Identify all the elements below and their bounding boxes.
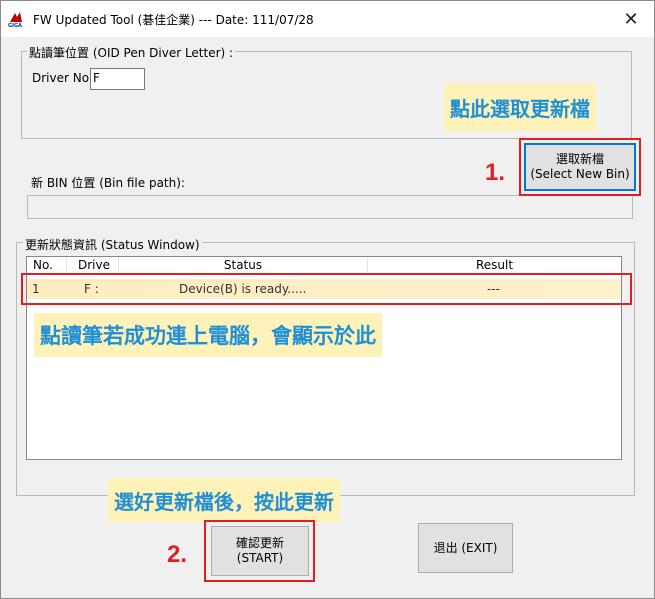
start-callout: 選好更新檔後，按此更新 (108, 478, 340, 522)
select-file-callout: 點此選取更新檔 (444, 83, 596, 131)
status-list-header: No. Drive Status Result (27, 257, 621, 274)
bin-path-label: 新 BIN 位置 (Bin file path): (31, 176, 185, 190)
close-button[interactable]: ✕ (608, 1, 654, 37)
close-icon: ✕ (623, 8, 639, 30)
start-label-en: (START) (236, 551, 284, 565)
select-new-bin-label-zh: 選取新檔 (555, 152, 604, 166)
window-title: FW Updated Tool (碁佳企業) --- Date: 111/07/… (33, 13, 314, 27)
oid-pen-group-label: 點讀筆位置 (OID Pen Diver Letter) : (27, 44, 236, 61)
driver-no-input[interactable]: F (90, 68, 145, 90)
start-label-zh: 確認更新 (235, 536, 284, 550)
select-new-bin-label-en: (Select New Bin) (530, 167, 630, 181)
step-2-number: 2. (167, 541, 188, 568)
driver-no-label: Driver No: (32, 71, 94, 85)
giga-logo-icon: GIGA (8, 12, 22, 28)
select-new-bin-button[interactable]: 選取新檔 (Select New Bin) (524, 143, 636, 191)
bin-path-input[interactable] (27, 195, 633, 219)
connect-callout: 點讀筆若成功連上電腦，會顯示於此 (34, 313, 382, 357)
title-bar: GIGA FW Updated Tool (碁佳企業) --- Date: 11… (1, 1, 654, 37)
column-header-no[interactable]: No. (27, 257, 67, 274)
column-header-result[interactable]: Result (368, 257, 621, 274)
step-1-number: 1. (485, 159, 506, 186)
column-header-drive[interactable]: Drive (67, 257, 119, 274)
exit-button[interactable]: 退出 (EXIT) (418, 523, 513, 573)
svg-text:GIGA: GIGA (8, 23, 22, 28)
column-header-status[interactable]: Status (119, 257, 368, 274)
fw-update-window: GIGA FW Updated Tool (碁佳企業) --- Date: 11… (0, 0, 655, 599)
status-group-label: 更新狀態資訊 (Status Window) (23, 236, 202, 253)
exit-label: 退出 (EXIT) (433, 540, 498, 555)
start-button[interactable]: 確認更新 (START) (211, 526, 309, 576)
status-row-highlight (21, 273, 632, 305)
